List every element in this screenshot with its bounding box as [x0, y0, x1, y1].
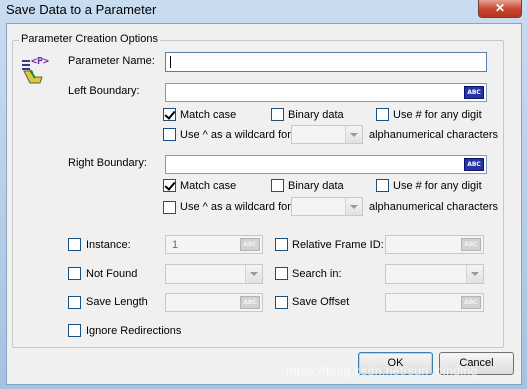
- right-use-caret-checkbox[interactable]: [163, 201, 176, 214]
- left-match-case-checkbox[interactable]: [163, 108, 176, 121]
- left-boundary-label: Left Boundary:: [68, 85, 140, 97]
- left-binary-data-label: Binary data: [288, 109, 344, 121]
- chevron-down-icon: [345, 126, 362, 143]
- left-alnum-label: alphanumerical characters: [369, 129, 499, 141]
- save-offset-label: Save Offset: [292, 296, 350, 308]
- not-found-label: Not Found: [86, 268, 138, 280]
- save-length-input[interactable]: ABC: [165, 293, 263, 312]
- right-use-caret-label: Use ^ as a wildcard for: [180, 201, 291, 213]
- right-binary-data-checkbox[interactable]: [271, 179, 284, 192]
- param-icon: <P>: [21, 54, 51, 86]
- save-length-checkbox[interactable]: [68, 296, 81, 309]
- left-use-hash-checkbox[interactable]: [376, 108, 389, 121]
- relative-frame-label: Relative Frame ID:: [292, 239, 384, 251]
- instance-value: 1: [172, 239, 179, 251]
- right-use-hash-label: Use # for any digit: [393, 180, 482, 192]
- left-wildcard-select[interactable]: [291, 125, 363, 144]
- param-icon-text: <P>: [31, 56, 50, 67]
- watermark-text: https://blog.csdn.net/sun_binding: [286, 364, 478, 378]
- instance-label: Instance:: [86, 239, 131, 251]
- close-button[interactable]: ✕: [478, 0, 522, 18]
- left-use-caret-checkbox[interactable]: [163, 128, 176, 141]
- left-match-case-label: Match case: [180, 109, 237, 121]
- group-legend: Parameter Creation Options: [19, 33, 160, 45]
- relative-frame-input[interactable]: ABC: [385, 235, 484, 254]
- ignore-redirections-checkbox[interactable]: [68, 324, 81, 337]
- left-use-caret-label: Use ^ as a wildcard for: [180, 129, 291, 141]
- right-boundary-label: Right Boundary:: [68, 157, 147, 169]
- left-boundary-input[interactable]: ABC: [165, 83, 487, 102]
- left-use-hash-label: Use # for any digit: [393, 109, 482, 121]
- right-boundary-abc-button[interactable]: ABC: [464, 158, 484, 171]
- right-use-hash-checkbox[interactable]: [376, 179, 389, 192]
- right-alnum-label: alphanumerical characters: [369, 201, 499, 213]
- right-match-case-checkbox[interactable]: [163, 179, 176, 192]
- chevron-down-icon: [466, 265, 483, 283]
- relative-frame-abc-button[interactable]: ABC: [461, 238, 481, 251]
- left-boundary-abc-button[interactable]: ABC: [464, 86, 484, 99]
- chevron-down-icon: [245, 265, 262, 283]
- left-binary-data-checkbox[interactable]: [271, 108, 284, 121]
- right-match-case-label: Match case: [180, 180, 237, 192]
- instance-abc-button[interactable]: ABC: [240, 238, 260, 251]
- text-caret: [170, 56, 171, 68]
- save-offset-abc-button[interactable]: ABC: [461, 296, 481, 309]
- instance-input[interactable]: 1 ABC: [165, 235, 263, 254]
- window-title: Save Data to a Parameter: [6, 2, 157, 17]
- parameter-name-input[interactable]: [165, 52, 487, 72]
- not-found-checkbox[interactable]: [68, 267, 81, 280]
- search-in-label: Search in:: [292, 268, 342, 280]
- save-offset-checkbox[interactable]: [275, 296, 288, 309]
- right-boundary-input[interactable]: ABC: [165, 155, 487, 174]
- save-length-abc-button[interactable]: ABC: [240, 296, 260, 309]
- relative-frame-checkbox[interactable]: [275, 238, 288, 251]
- not-found-select[interactable]: [165, 264, 263, 284]
- right-binary-data-label: Binary data: [288, 180, 344, 192]
- save-offset-input[interactable]: ABC: [385, 293, 484, 312]
- chevron-down-icon: [345, 198, 362, 215]
- search-in-select[interactable]: [385, 264, 484, 284]
- right-wildcard-select[interactable]: [291, 197, 363, 216]
- save-length-label: Save Length: [86, 296, 148, 308]
- instance-checkbox[interactable]: [68, 238, 81, 251]
- ignore-redirections-label: Ignore Redirections: [86, 325, 182, 337]
- search-in-checkbox[interactable]: [275, 267, 288, 280]
- parameter-name-label: Parameter Name:: [68, 55, 155, 67]
